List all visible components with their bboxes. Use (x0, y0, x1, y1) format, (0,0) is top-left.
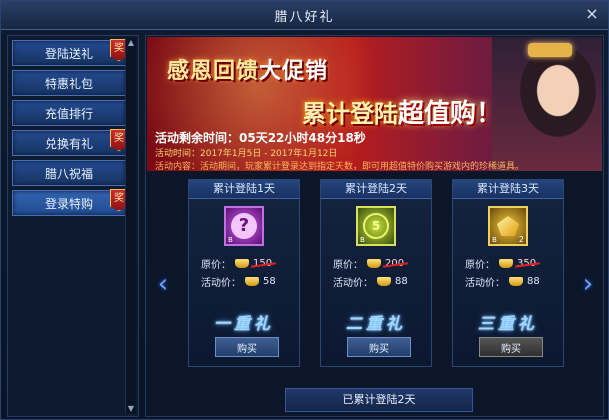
sidebar-item-laba-blessing[interactable]: 腊八祝福 (12, 160, 126, 186)
item-quantity: 2 (518, 235, 524, 244)
sale-price-value: 58 (263, 276, 276, 287)
sidebar-item-label: 登录特购 (44, 196, 93, 211)
card-header: 累计登陆1天 (189, 180, 299, 199)
sidebar-item-label: 腊八祝福 (44, 166, 93, 181)
sale-price-label: 活动价： (465, 278, 505, 289)
sale-price-row: 活动价： 88 (465, 274, 540, 289)
title-bar: 腊八好礼 × (1, 1, 608, 30)
sidebar-item-label: 登陆送礼 (44, 46, 93, 61)
event-period: 活动时间：2017年1月5日 - 2017年1月12日 (155, 149, 338, 159)
next-arrow-icon[interactable]: › (579, 268, 597, 300)
headline-part2: 大促销 (259, 59, 329, 84)
buy-button[interactable]: 购买 (215, 337, 279, 357)
original-price-row: 原价： 150 (201, 256, 272, 271)
coin-glyph: 5 (363, 213, 389, 239)
crown-ornament (528, 43, 572, 57)
gold-ingot-icon (377, 277, 391, 286)
character-art (492, 37, 602, 171)
buy-button[interactable]: 购买 (347, 337, 411, 357)
gold-ingot-icon (235, 259, 249, 268)
promo-banner: 感恩回馈大促销 累计登陆超值购！ 活动剩余时间：05天22小时48分18秒 活动… (147, 37, 602, 171)
event-description: 活动内容：活动期间，玩家累计登录达到指定天数，即可用超值特价购买游戏内的珍稀道具… (155, 162, 525, 171)
reward-card-1: 累计登陆1天 ? B 原价： 150 活动价： 58 一重礼 购买 (188, 179, 300, 367)
bound-mark: B (492, 236, 497, 244)
sale-price-value: 88 (395, 276, 408, 287)
original-price-label: 原价： (201, 260, 231, 271)
sidebar-item-label: 充值排行 (44, 106, 93, 121)
sidebar-item-recharge-rank[interactable]: 充值排行 (12, 100, 126, 126)
scroll-down-icon[interactable]: ▼ (126, 404, 136, 414)
prev-arrow-icon[interactable]: ‹ (154, 268, 172, 300)
original-price-label: 原价： (465, 260, 495, 271)
sale-price-row: 活动价： 88 (333, 274, 408, 289)
banner-subheadline: 累计登陆超值购！ (302, 93, 502, 130)
card-header: 累计登陆2天 (321, 180, 431, 199)
tier-title: 三重礼 (477, 314, 538, 333)
reward-card-3: 累计登陆3天 B 2 原价： 350 活动价： 88 三重礼 购买 (452, 179, 564, 367)
sale-price-value: 88 (527, 276, 540, 287)
sidebar-item-login-gift[interactable]: 登陆送礼 奖 (12, 39, 128, 66)
sidebar-item-login-special[interactable]: 登录特购 奖 (12, 189, 128, 216)
sidebar-item-label: 兑换有礼 (44, 136, 93, 151)
sale-price-row: 活动价： 58 (201, 274, 276, 289)
sidebar-scrollbar[interactable]: ▲ ▼ (125, 38, 136, 414)
gold-ingot-icon (367, 259, 381, 268)
gold-ingot-icon (499, 259, 513, 268)
gold-nugget-icon[interactable]: B 2 (488, 206, 528, 246)
original-price-row: 原价： 200 (333, 256, 404, 271)
close-icon[interactable]: × (584, 5, 602, 23)
bound-mark: B (228, 236, 233, 244)
gift-window: 腊八好礼 × 登陆送礼 奖 特惠礼包 充值排行 兑换有礼 奖 腊八祝福 登录特购… (0, 0, 609, 420)
gold-ingot-icon (245, 277, 259, 286)
tier-title: 一重礼 (213, 314, 274, 333)
scroll-up-icon[interactable]: ▲ (126, 38, 136, 48)
buy-button-disabled[interactable]: 购买 (479, 337, 543, 357)
window-title: 腊八好礼 (274, 9, 335, 25)
question-glyph: ? (231, 213, 257, 239)
sidebar: 登陆送礼 奖 特惠礼包 充值排行 兑换有礼 奖 腊八祝福 登录特购 奖 ▲ ▼ (7, 35, 139, 417)
main-panel: 感恩回馈大促销 累计登陆超值购！ 活动剩余时间：05天22小时48分18秒 活动… (145, 35, 604, 417)
sidebar-item-label: 特惠礼包 (44, 76, 93, 91)
question-orb-icon[interactable]: ? B (224, 206, 264, 246)
headline-part1: 感恩回馈 (167, 59, 260, 84)
banner-headline: 感恩回馈大促销 (167, 53, 328, 85)
original-price-value: 150 (253, 258, 273, 269)
sidebar-item-exchange[interactable]: 兑换有礼 奖 (12, 129, 128, 156)
original-price-value: 350 (517, 258, 537, 269)
subheadline-part2: 超值购！ (398, 99, 503, 129)
countdown-text: 活动剩余时间：05天22小时48分18秒 (155, 131, 366, 145)
subheadline-part1: 累计登陆 (302, 100, 398, 128)
gold-ingot-icon (509, 277, 523, 286)
reward-card-2: 累计登陆2天 5 B 原价： 200 活动价： 88 二重礼 购买 (320, 179, 432, 367)
sidebar-item-discount-pack[interactable]: 特惠礼包 (12, 70, 126, 96)
original-price-row: 原价： 350 (465, 256, 536, 271)
login-progress-status: 已累计登陆2天 (285, 388, 473, 412)
tier-title: 二重礼 (345, 314, 406, 333)
original-price-label: 原价： (333, 260, 363, 271)
gold-glyph (497, 216, 519, 236)
sale-price-label: 活动价： (201, 278, 241, 289)
coin-icon[interactable]: 5 B (356, 206, 396, 246)
card-header: 累计登陆3天 (453, 180, 563, 199)
original-price-value: 200 (385, 258, 405, 269)
sale-price-label: 活动价： (333, 278, 373, 289)
bound-mark: B (360, 236, 365, 244)
